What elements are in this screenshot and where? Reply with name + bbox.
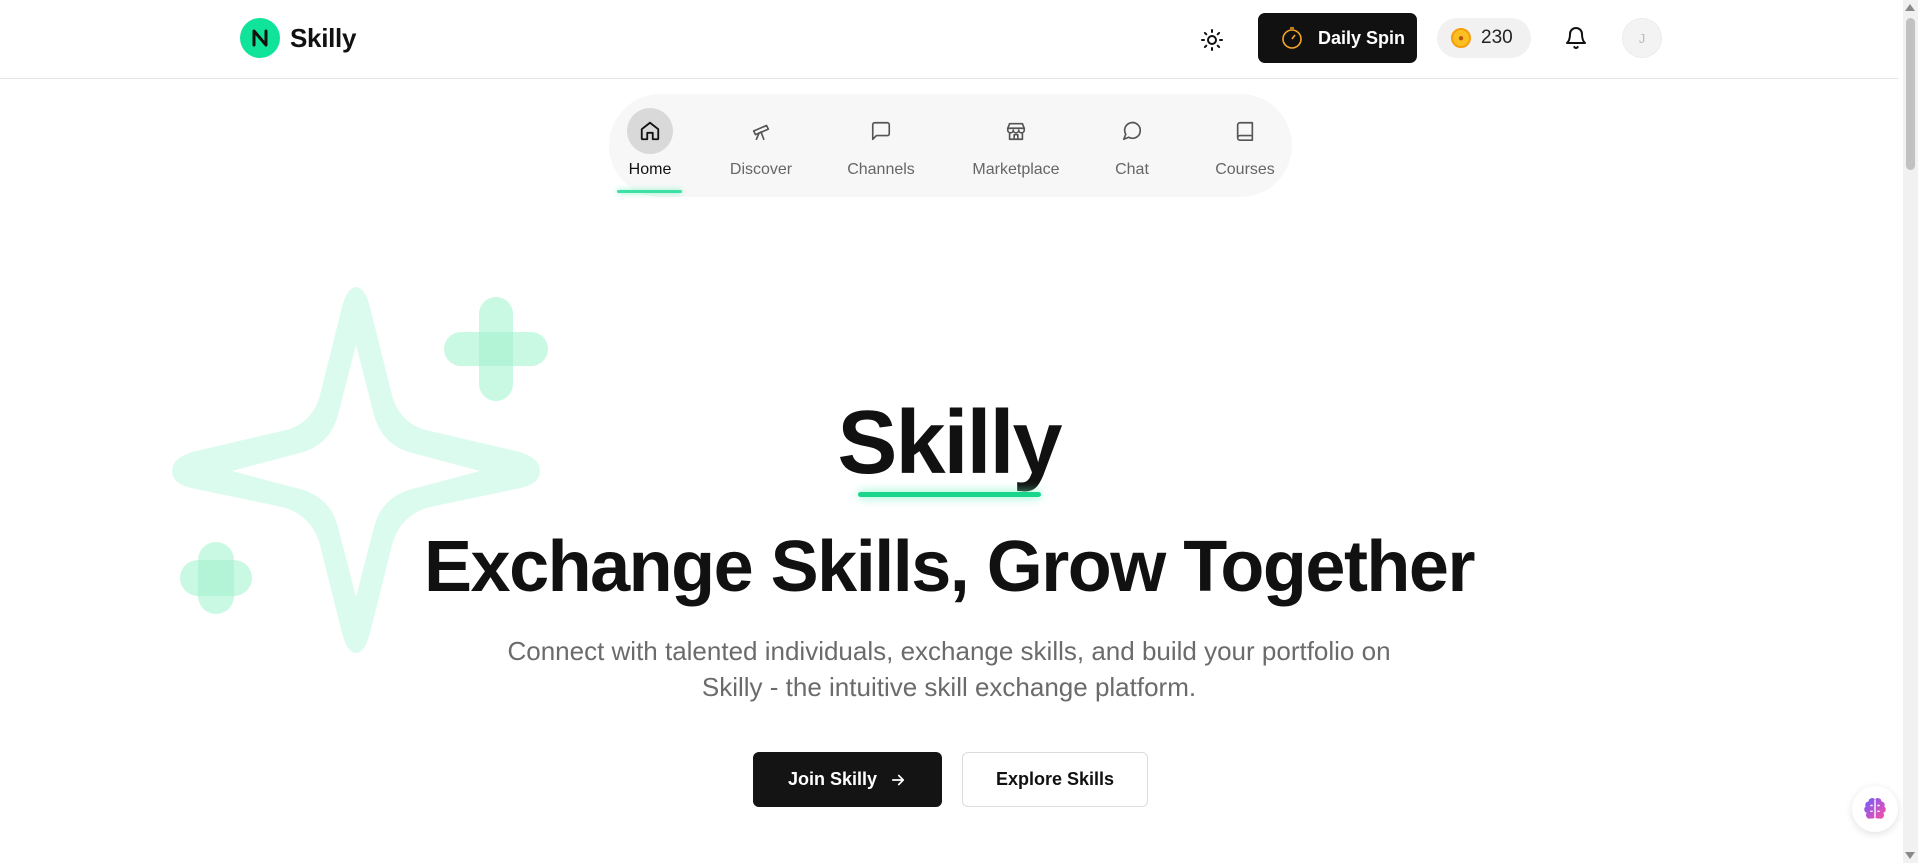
scroll-up-arrow-icon[interactable] [1905,4,1915,11]
nav-icon-wrap [1222,108,1268,154]
sun-icon [1201,29,1223,51]
tab-label: Home [628,161,672,178]
page-scrollbar[interactable] [1903,0,1918,863]
tab-label: Discover [729,161,793,178]
nav-icon-wrap [1109,108,1155,154]
nav-icon-wrap [738,108,784,154]
tab-courses[interactable]: Courses [1215,108,1275,179]
top-header: Skilly Daily Spin ● 230 J [0,0,1898,79]
spin-wheel-icon [1282,27,1302,49]
tab-home[interactable]: Home [627,108,673,179]
join-skilly-button[interactable]: Join Skilly [753,752,942,807]
active-tab-indicator [617,190,682,193]
tab-channels[interactable]: Channels [847,108,915,179]
message-square-icon [871,121,891,141]
nav-icon-wrap [993,108,1039,154]
brain-icon [1864,798,1886,819]
tab-label: Chat [1115,161,1149,178]
avatar-initial: J [1638,30,1646,46]
nav-icon-wrap [858,108,904,154]
notifications-button[interactable] [1560,22,1592,54]
scroll-down-arrow-icon[interactable] [1905,852,1915,859]
home-icon [640,121,660,141]
arrow-right-icon [891,774,905,785]
scroll-thumb[interactable] [1906,18,1915,170]
tab-label: Marketplace [972,161,1060,178]
tab-marketplace[interactable]: Marketplace [972,108,1060,179]
coin-balance[interactable]: ● 230 [1437,18,1531,58]
store-icon [1006,122,1026,141]
brand-name: Skilly [290,22,357,53]
brand[interactable]: Skilly [240,18,356,58]
avatar[interactable]: J [1622,18,1662,58]
explore-skills-button[interactable]: Explore Skills [962,752,1148,807]
hero-title-underline [858,492,1041,497]
nav-icon-wrap [627,108,673,154]
tab-discover[interactable]: Discover [729,108,793,179]
tab-label: Courses [1215,161,1275,178]
hero-tagline: Exchange Skills, Grow Together [424,527,1475,607]
daily-spin-label: Daily Spin [1318,27,1406,48]
hero-description-line-1: Connect with talented individuals, excha… [507,636,1391,666]
main-nav: Home Discover Channels Marketplace Chat … [609,94,1292,197]
hero-description-line-2: Skilly - the intuitive skill exchange pl… [701,672,1197,702]
theme-toggle-button[interactable] [1196,24,1228,56]
hero-description: Connect with talented individuals, excha… [500,633,1398,705]
coin-count: 230 [1481,27,1513,48]
coin-icon: ● [1451,28,1471,48]
book-icon [1236,121,1254,141]
telescope-icon [752,124,770,141]
explore-skills-label: Explore Skills [995,769,1115,789]
ai-assistant-button[interactable] [1852,786,1898,832]
hero-title: Skilly [837,393,1062,493]
message-circle-icon [1122,121,1142,141]
tab-chat[interactable]: Chat [1109,108,1155,179]
tab-label: Channels [847,161,915,178]
daily-spin-button[interactable]: Daily Spin [1258,13,1417,63]
n-logo-icon [240,18,280,58]
bell-icon [1566,27,1586,49]
join-skilly-label: Join Skilly [787,769,878,789]
